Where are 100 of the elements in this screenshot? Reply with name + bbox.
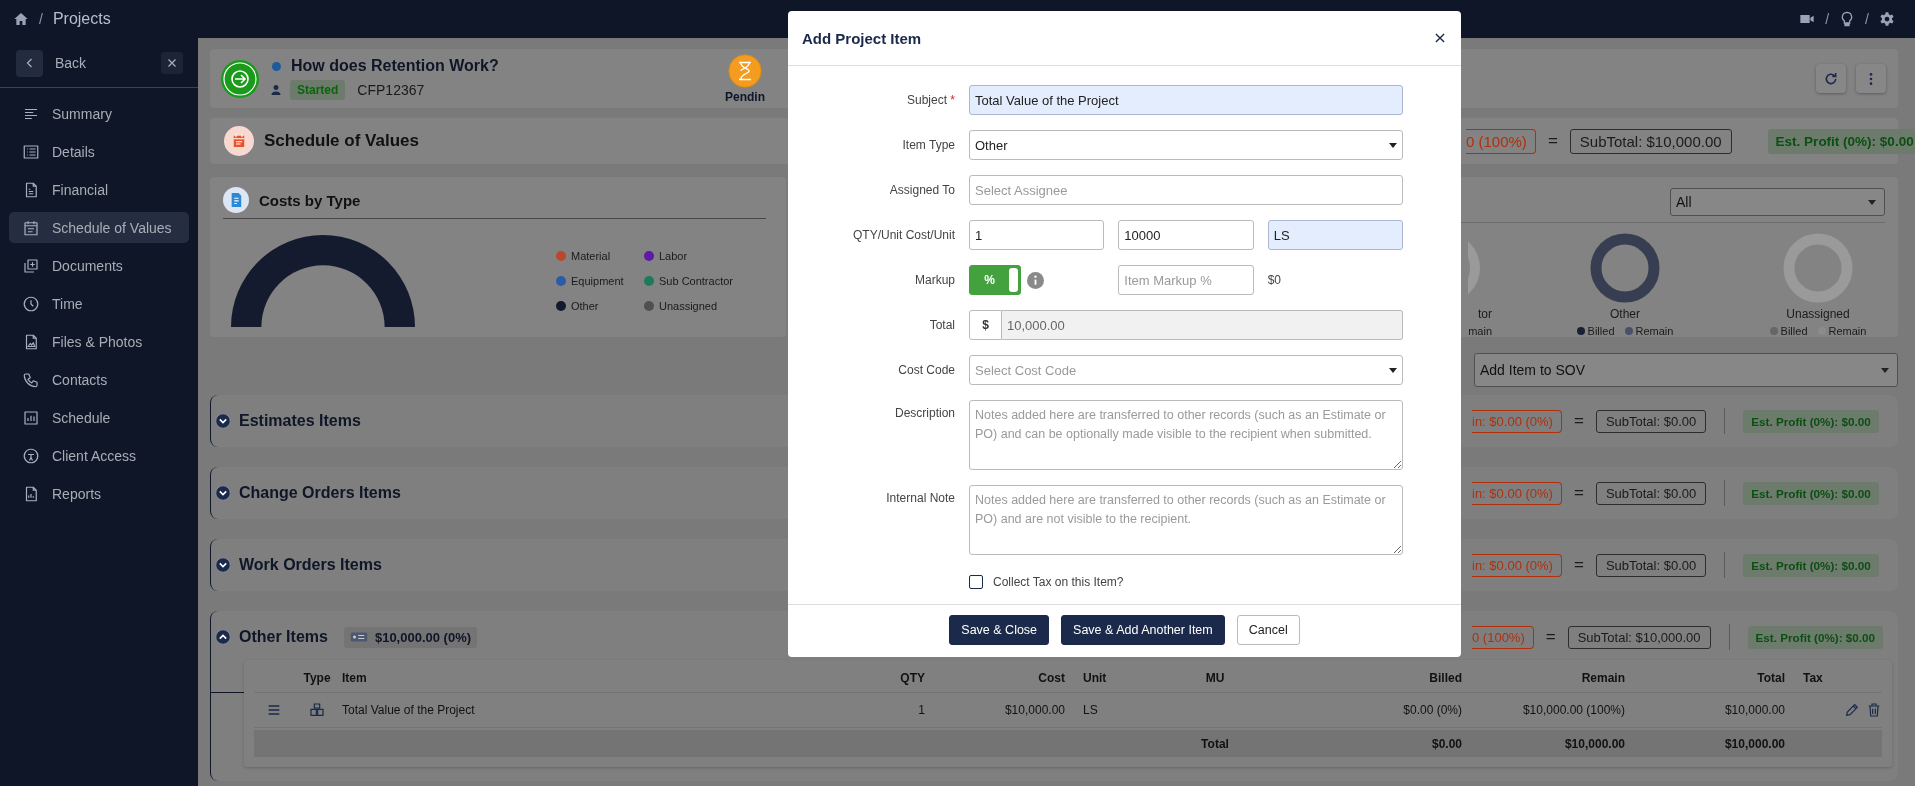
profit-badge: Est. Profit (0%): $0.00	[1743, 553, 1879, 577]
sidebar-item[interactable]: Contacts	[9, 364, 189, 395]
chevron-circle-icon[interactable]	[215, 485, 231, 501]
column-header: QTY	[899, 671, 925, 685]
status-badge: Started	[290, 80, 346, 100]
legend-label: Sub Contractor	[659, 275, 733, 287]
invoice-icon	[223, 187, 249, 213]
markup-input[interactable]: Item Markup %	[1118, 265, 1254, 295]
profit-badge: Est. Profit (0%): $0.00	[1743, 481, 1879, 505]
table-cell-text: 1	[917, 703, 925, 717]
legend-label: Remain	[1635, 325, 1674, 337]
table-cell-text: $10,000.00	[1723, 703, 1785, 717]
subtotal-amount: SubTotal: $0.00	[1595, 409, 1707, 433]
item-type-select[interactable]: Other	[969, 130, 1403, 160]
field-label: Assigned To	[888, 183, 955, 197]
sidebar-item[interactable]: Details	[9, 136, 189, 167]
edit-pencil-icon[interactable]	[1844, 702, 1860, 718]
number-input[interactable]: 1	[969, 220, 1105, 250]
legend-label: main	[1468, 325, 1492, 337]
table-cell-text: $0.00 (0%)	[1402, 703, 1462, 717]
field-label: Subject *	[905, 93, 955, 107]
status-dot-icon	[272, 61, 281, 71]
filter-select[interactable]: All	[1670, 188, 1885, 216]
breadcrumb-title[interactable]: Projects	[52, 10, 111, 28]
assignee-input[interactable]: Select Assignee	[969, 175, 1403, 205]
subject-input[interactable]: Total Value of the Project	[969, 85, 1403, 115]
cancel-button[interactable]: Cancel	[1236, 615, 1300, 645]
section-title: Schedule of Values	[264, 131, 419, 151]
retention-amount: in: $0.00 (0%)	[1472, 481, 1562, 505]
sidebar-item[interactable]: Time	[9, 288, 189, 319]
caret-down-icon	[1881, 367, 1889, 373]
breadcrumb-separator: /	[39, 11, 43, 27]
column-header: Remain	[1580, 671, 1625, 685]
currency-addon: $	[969, 310, 1002, 340]
back-button[interactable]	[16, 49, 43, 77]
chevron-circle-icon[interactable]	[215, 557, 231, 573]
close-sidebar-button[interactable]	[161, 52, 183, 74]
sidebar-item[interactable]: Files & Photos	[9, 326, 189, 357]
retention-amount: in: $0.00 (0%)	[1472, 553, 1562, 577]
chevron-circle-icon[interactable]	[215, 413, 231, 429]
section-title: Other Items	[239, 628, 328, 646]
calendar-icon	[22, 218, 40, 237]
settings-icon[interactable]	[1879, 11, 1895, 27]
markup-amount: $0	[1267, 273, 1282, 287]
trash-icon[interactable]	[1866, 702, 1882, 718]
subtotal-amount: SubTotal: $10,000.00	[1569, 128, 1732, 154]
home-icon[interactable]	[13, 11, 29, 27]
retention-amount: in: $0.00 (0%)	[1472, 409, 1562, 433]
equals-sign: =	[1573, 483, 1584, 503]
chevron-circle-icon[interactable]	[215, 629, 231, 645]
chart-label: Unassigned	[1786, 307, 1850, 321]
footer-label: Total	[1200, 736, 1230, 751]
drag-handle-icon[interactable]	[266, 702, 282, 718]
close-icon[interactable]	[1433, 31, 1447, 45]
sidebar-item[interactable]: Financial	[9, 174, 189, 205]
calendar-icon	[224, 126, 254, 156]
hourglass-icon	[728, 53, 762, 88]
icon-separator: /	[1865, 11, 1869, 27]
equals-sign: =	[1545, 627, 1556, 647]
number-input[interactable]: LS	[1267, 220, 1403, 250]
close-icon	[166, 57, 178, 69]
internal-note-textarea[interactable]: Notes added here are transferred to other records (such as an Estimate or PO) and are not visible to the recipient.	[969, 485, 1403, 555]
field-label: Cost Code	[897, 363, 955, 377]
field-label: Description	[893, 405, 955, 420]
column-header: Total	[1756, 671, 1785, 685]
column-header: Type	[303, 671, 331, 685]
sidebar-item[interactable]: Summary	[9, 98, 189, 129]
sidebar-item[interactable]: Schedule of Values	[9, 212, 189, 243]
number-input[interactable]: 10000	[1118, 220, 1254, 250]
dialog-title: Add Project Item	[802, 29, 922, 47]
checkbox[interactable]	[969, 575, 983, 589]
legend-label: Equipment	[571, 275, 624, 287]
refresh-button[interactable]	[1816, 64, 1846, 93]
icon-separator: /	[1825, 11, 1830, 27]
add-item-select[interactable]: Add Item to SOV	[1474, 353, 1898, 387]
column-header: MU	[1204, 671, 1226, 685]
sidebar-item[interactable]: Client Access	[9, 440, 189, 471]
description-textarea[interactable]: Notes added here are transferred to other records (such as an Estimate or PO) and can be optionally made visible to the recipient when submitted.	[969, 400, 1403, 470]
back-label[interactable]: Back	[55, 55, 149, 71]
sidebar-item[interactable]: Schedule	[9, 402, 189, 433]
legend-label: Unassigned	[659, 300, 718, 312]
retention-amount: 0 (100%)	[1472, 625, 1534, 649]
field-label: Total	[928, 318, 955, 332]
checkbox-label[interactable]: Collect Tax on this Item?	[993, 575, 1124, 589]
info-icon[interactable]	[1027, 271, 1044, 289]
arrow-circle-icon	[220, 58, 260, 99]
subtotal-amount: SubTotal: $0.00	[1595, 553, 1707, 577]
column-header: Tax	[1802, 671, 1824, 685]
equals-sign: =	[1573, 411, 1584, 431]
amount-text: $10,000.00 (0%)	[374, 629, 472, 645]
save-button[interactable]: Save & Close	[949, 615, 1050, 645]
stacked-pages-icon	[22, 256, 40, 275]
legend-label: Billed	[1780, 325, 1808, 337]
save-button[interactable]: Save & Add Another Item	[1061, 615, 1225, 645]
phone-icon	[22, 370, 40, 389]
table-cell-text: Total Value of the Project	[341, 703, 476, 717]
table-cell-text: $10,000.00 (100%)	[1521, 703, 1625, 717]
profit-badge: Est. Profit (0%): $0.00	[1767, 128, 1915, 154]
sidebar-item[interactable]: Documents	[9, 250, 189, 281]
sidebar-item[interactable]: Reports	[9, 478, 189, 509]
